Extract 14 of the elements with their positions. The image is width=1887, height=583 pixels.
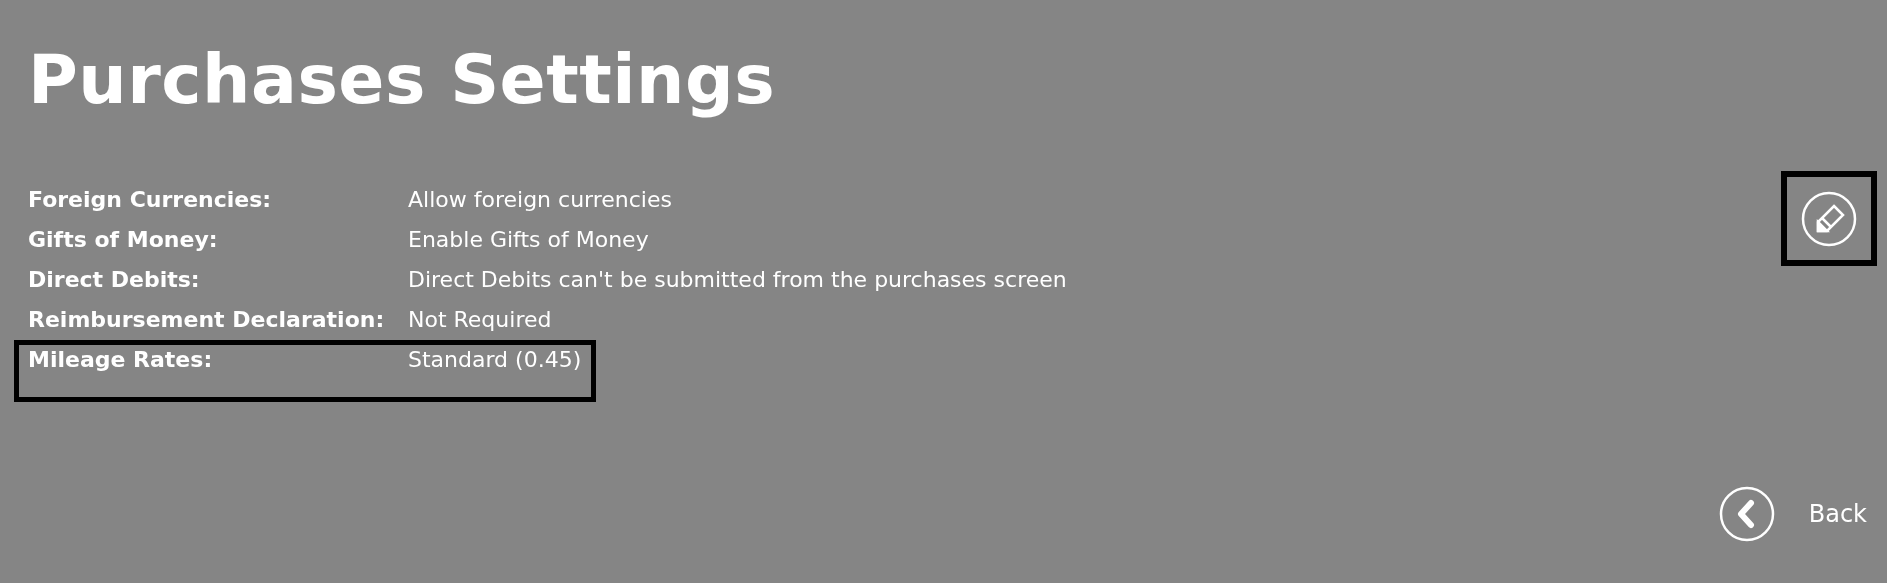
setting-label: Mileage Rates: bbox=[28, 346, 214, 374]
setting-label: Gifts of Money: bbox=[28, 226, 219, 254]
setting-label: Foreign Currencies: bbox=[28, 186, 273, 214]
pencil-icon bbox=[1800, 189, 1858, 248]
setting-label: Direct Debits: bbox=[28, 266, 201, 294]
setting-value: Direct Debits can't be submitted from the purchases screen bbox=[408, 266, 1067, 294]
setting-value: Enable Gifts of Money bbox=[408, 226, 649, 254]
setting-value: Allow foreign currencies bbox=[408, 186, 672, 214]
setting-label: Reimbursement Declaration: bbox=[28, 306, 386, 334]
chevron-left-icon bbox=[1718, 486, 1775, 542]
edit-button[interactable] bbox=[1781, 171, 1877, 266]
back-button[interactable]: Back bbox=[1718, 486, 1877, 542]
setting-value: Not Required bbox=[408, 306, 552, 334]
setting-value: Standard (0.45) bbox=[408, 346, 582, 374]
